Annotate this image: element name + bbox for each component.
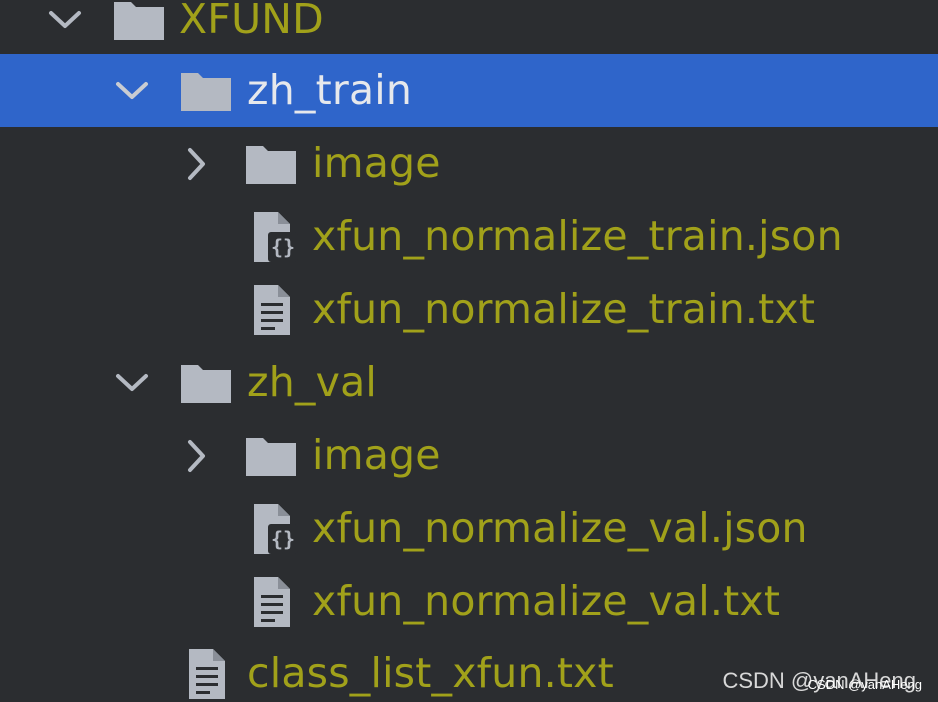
chevron-right-icon[interactable] [177,144,217,184]
tree-row-train-txt[interactable]: xfun_normalize_train.txt [0,273,938,346]
json-file-icon: {} [250,210,302,264]
project-file-tree: XFUND zh_train image {} xfun_normalize_t… [0,0,938,702]
tree-row-xfund[interactable]: XFUND [0,0,938,56]
tree-item-label: image [312,431,441,479]
chevron-down-icon[interactable] [112,71,152,111]
json-file-icon: {} [250,502,302,556]
folder-icon [180,70,232,112]
tree-item-label: zh_train [247,66,413,114]
text-file-icon [252,283,292,337]
folder-icon [113,0,165,41]
tree-item-label: xfun_normalize_train.json [312,212,843,260]
tree-item-label: xfun_normalize_val.json [312,504,808,552]
tree-row-val-txt[interactable]: xfun_normalize_val.txt [0,565,938,638]
folder-icon [245,435,297,477]
text-file-icon [252,575,292,629]
text-file-icon [187,647,227,701]
tree-item-label: xfun_normalize_train.txt [312,285,816,333]
tree-row-val-json[interactable]: {} xfun_normalize_val.json [0,492,938,565]
tree-row-train-image[interactable]: image [0,127,938,200]
tree-item-label: XFUND [179,0,324,43]
tree-row-zh-train[interactable]: zh_train [0,54,938,127]
chevron-down-icon[interactable] [45,0,85,40]
tree-row-val-image[interactable]: image [0,419,938,492]
tree-item-label: image [312,139,441,187]
tree-item-label: xfun_normalize_val.txt [312,577,781,625]
tree-row-zh-val[interactable]: zh_val [0,346,938,419]
svg-text:{}: {} [271,235,295,259]
chevron-right-icon[interactable] [177,436,217,476]
svg-text:{}: {} [271,527,295,551]
tree-item-label: class_list_xfun.txt [247,649,614,697]
folder-icon [245,143,297,185]
chevron-down-icon[interactable] [112,363,152,403]
tree-row-train-json[interactable]: {} xfun_normalize_train.json [0,200,938,273]
folder-icon [180,362,232,404]
watermark-small: CSDN @yanAHeng [807,677,922,692]
tree-item-label: zh_val [247,358,377,406]
